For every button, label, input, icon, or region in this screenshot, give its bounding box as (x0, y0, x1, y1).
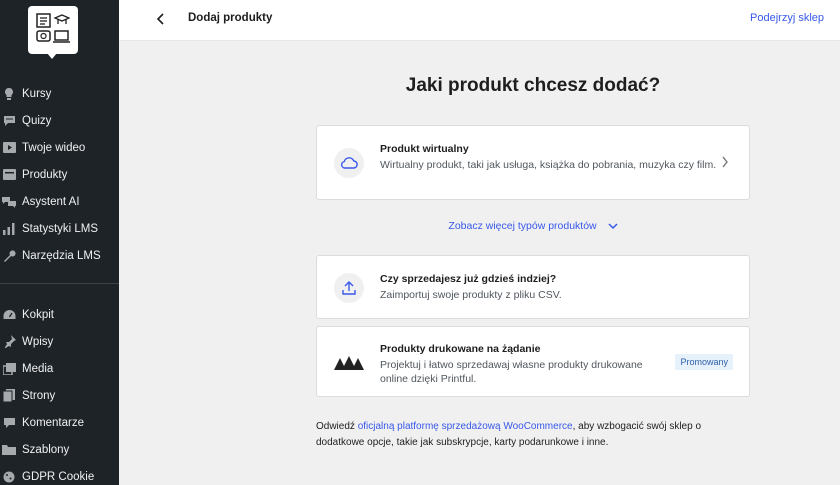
media-icon (2, 362, 16, 376)
chat-icon (2, 114, 16, 128)
main-heading: Jaki produkt chcesz dodać? (405, 75, 661, 96)
dashboard-icon (2, 308, 16, 322)
footer-text-before: Odwiedź (316, 421, 358, 432)
card-title: Produkt wirtualny (380, 143, 469, 155)
card-title: Produkty drukowane na żądanie (380, 343, 541, 355)
card-text: Produkt wirtualny Wirtualny produkt, tak… (380, 143, 723, 172)
print-on-demand-card[interactable]: Produkty drukowane na żądanie Projektuj … (316, 326, 750, 397)
sidebar-item-produkty[interactable]: Produkty (0, 161, 119, 188)
wrench-icon (2, 249, 16, 263)
sidebar-item-label: Quizy (22, 114, 52, 127)
sidebar-item-gdpr-cookie[interactable]: GDPR Cookie (0, 463, 119, 485)
card-text: Czy sprzedajesz już gdzieś indziej? Zaim… (380, 273, 723, 302)
page-header: Dodaj produkty Podejrzyj sklep (119, 0, 840, 41)
sidebar-item-media[interactable]: Media (0, 355, 119, 382)
admin-sidebar: Kursy Quizy Twoje wideo Produkty Asysten… (0, 0, 119, 485)
sidebar-item-label: Kokpit (22, 308, 54, 321)
pages-icon (2, 389, 16, 403)
sidebar-item-asystent-ai[interactable]: Asystent AI (0, 188, 119, 215)
promoted-badge: Promowany (675, 354, 733, 370)
chevron-left-icon (156, 13, 164, 25)
import-products-card[interactable]: Czy sprzedajesz już gdzieś indziej? Zaim… (316, 255, 750, 319)
card-description: Wirtualny produkt, taki jak usługa, ksią… (380, 159, 717, 171)
lms-menu: Kursy Quizy Twoje wideo Produkty Asysten… (0, 80, 119, 269)
sidebar-item-label: Kursy (22, 87, 52, 100)
sidebar-item-kokpit[interactable]: Kokpit (0, 301, 119, 328)
sidebar-item-kursy[interactable]: Kursy (0, 80, 119, 107)
preview-store-link[interactable]: Podejrzyj sklep (750, 12, 824, 24)
chevron-right-icon (722, 156, 728, 168)
sidebar-separator (0, 283, 119, 284)
sidebar-item-label: Szablony (22, 443, 70, 456)
sidebar-item-label: GDPR Cookie (22, 470, 95, 483)
sidebar-item-label: Wpisy (22, 335, 54, 348)
sidebar-item-label: Komentarze (22, 416, 85, 429)
cloud-icon (334, 148, 364, 178)
card-description: Zaimportuj swoje produkty z pliku CSV. (380, 289, 562, 301)
sidebar-item-label: Media (22, 362, 54, 375)
back-button[interactable] (151, 9, 171, 29)
card-text: Produkty drukowane na żądanie Projektuj … (380, 343, 669, 386)
cookie-icon (2, 470, 16, 484)
pin-icon (2, 335, 16, 349)
sidebar-item-komentarze[interactable]: Komentarze (0, 409, 119, 436)
bar-chart-icon (2, 222, 16, 236)
virtual-product-card[interactable]: Produkt wirtualny Wirtualny produkt, tak… (316, 125, 750, 200)
ai-chat-icon (2, 195, 16, 209)
sidebar-item-label: Asystent AI (22, 195, 80, 208)
site-logo[interactable] (28, 6, 78, 59)
lightbulb-icon (2, 87, 16, 101)
sidebar-item-label: Strony (22, 389, 56, 402)
woocommerce-marketplace-link[interactable]: oficjalną platformę sprzedażową WooComme… (358, 421, 573, 432)
sidebar-item-szablony[interactable]: Szablony (0, 436, 119, 463)
chevron-down-icon (608, 223, 618, 230)
sidebar-item-quizy[interactable]: Quizy (0, 107, 119, 134)
more-product-types-link[interactable]: Zobacz więcej typów produktów (316, 220, 750, 232)
folder-icon (2, 443, 16, 457)
wp-menu: Kokpit Wpisy Media Strony Komentarze Sza… (0, 301, 119, 485)
more-types-label: Zobacz więcej typów produktów (448, 220, 597, 233)
sidebar-item-narzedzia-lms[interactable]: Narzędzia LMS (0, 242, 119, 269)
products-icon (2, 168, 16, 182)
sidebar-item-statystyki-lms[interactable]: Statystyki LMS (0, 215, 119, 242)
video-play-icon (2, 141, 16, 155)
upload-icon (334, 273, 364, 303)
card-description: Projektuj i łatwo sprzedawaj własne prod… (380, 359, 643, 385)
logo-icon (36, 13, 70, 43)
sidebar-item-label: Narzędzia LMS (22, 249, 101, 262)
footer-note: Odwiedź oficjalną platformę sprzedażową … (316, 419, 750, 451)
sidebar-item-label: Produkty (22, 168, 68, 181)
printful-logo-icon (334, 348, 364, 378)
sidebar-item-twoje-wideo[interactable]: Twoje wideo (0, 134, 119, 161)
page-title: Dodaj produkty (188, 12, 273, 24)
sidebar-item-strony[interactable]: Strony (0, 382, 119, 409)
sidebar-item-label: Twoje wideo (22, 141, 86, 154)
sidebar-item-label: Statystyki LMS (22, 222, 99, 235)
card-title: Czy sprzedajesz już gdzieś indziej? (380, 273, 557, 285)
comment-icon (2, 416, 16, 430)
sidebar-item-wpisy[interactable]: Wpisy (0, 328, 119, 355)
